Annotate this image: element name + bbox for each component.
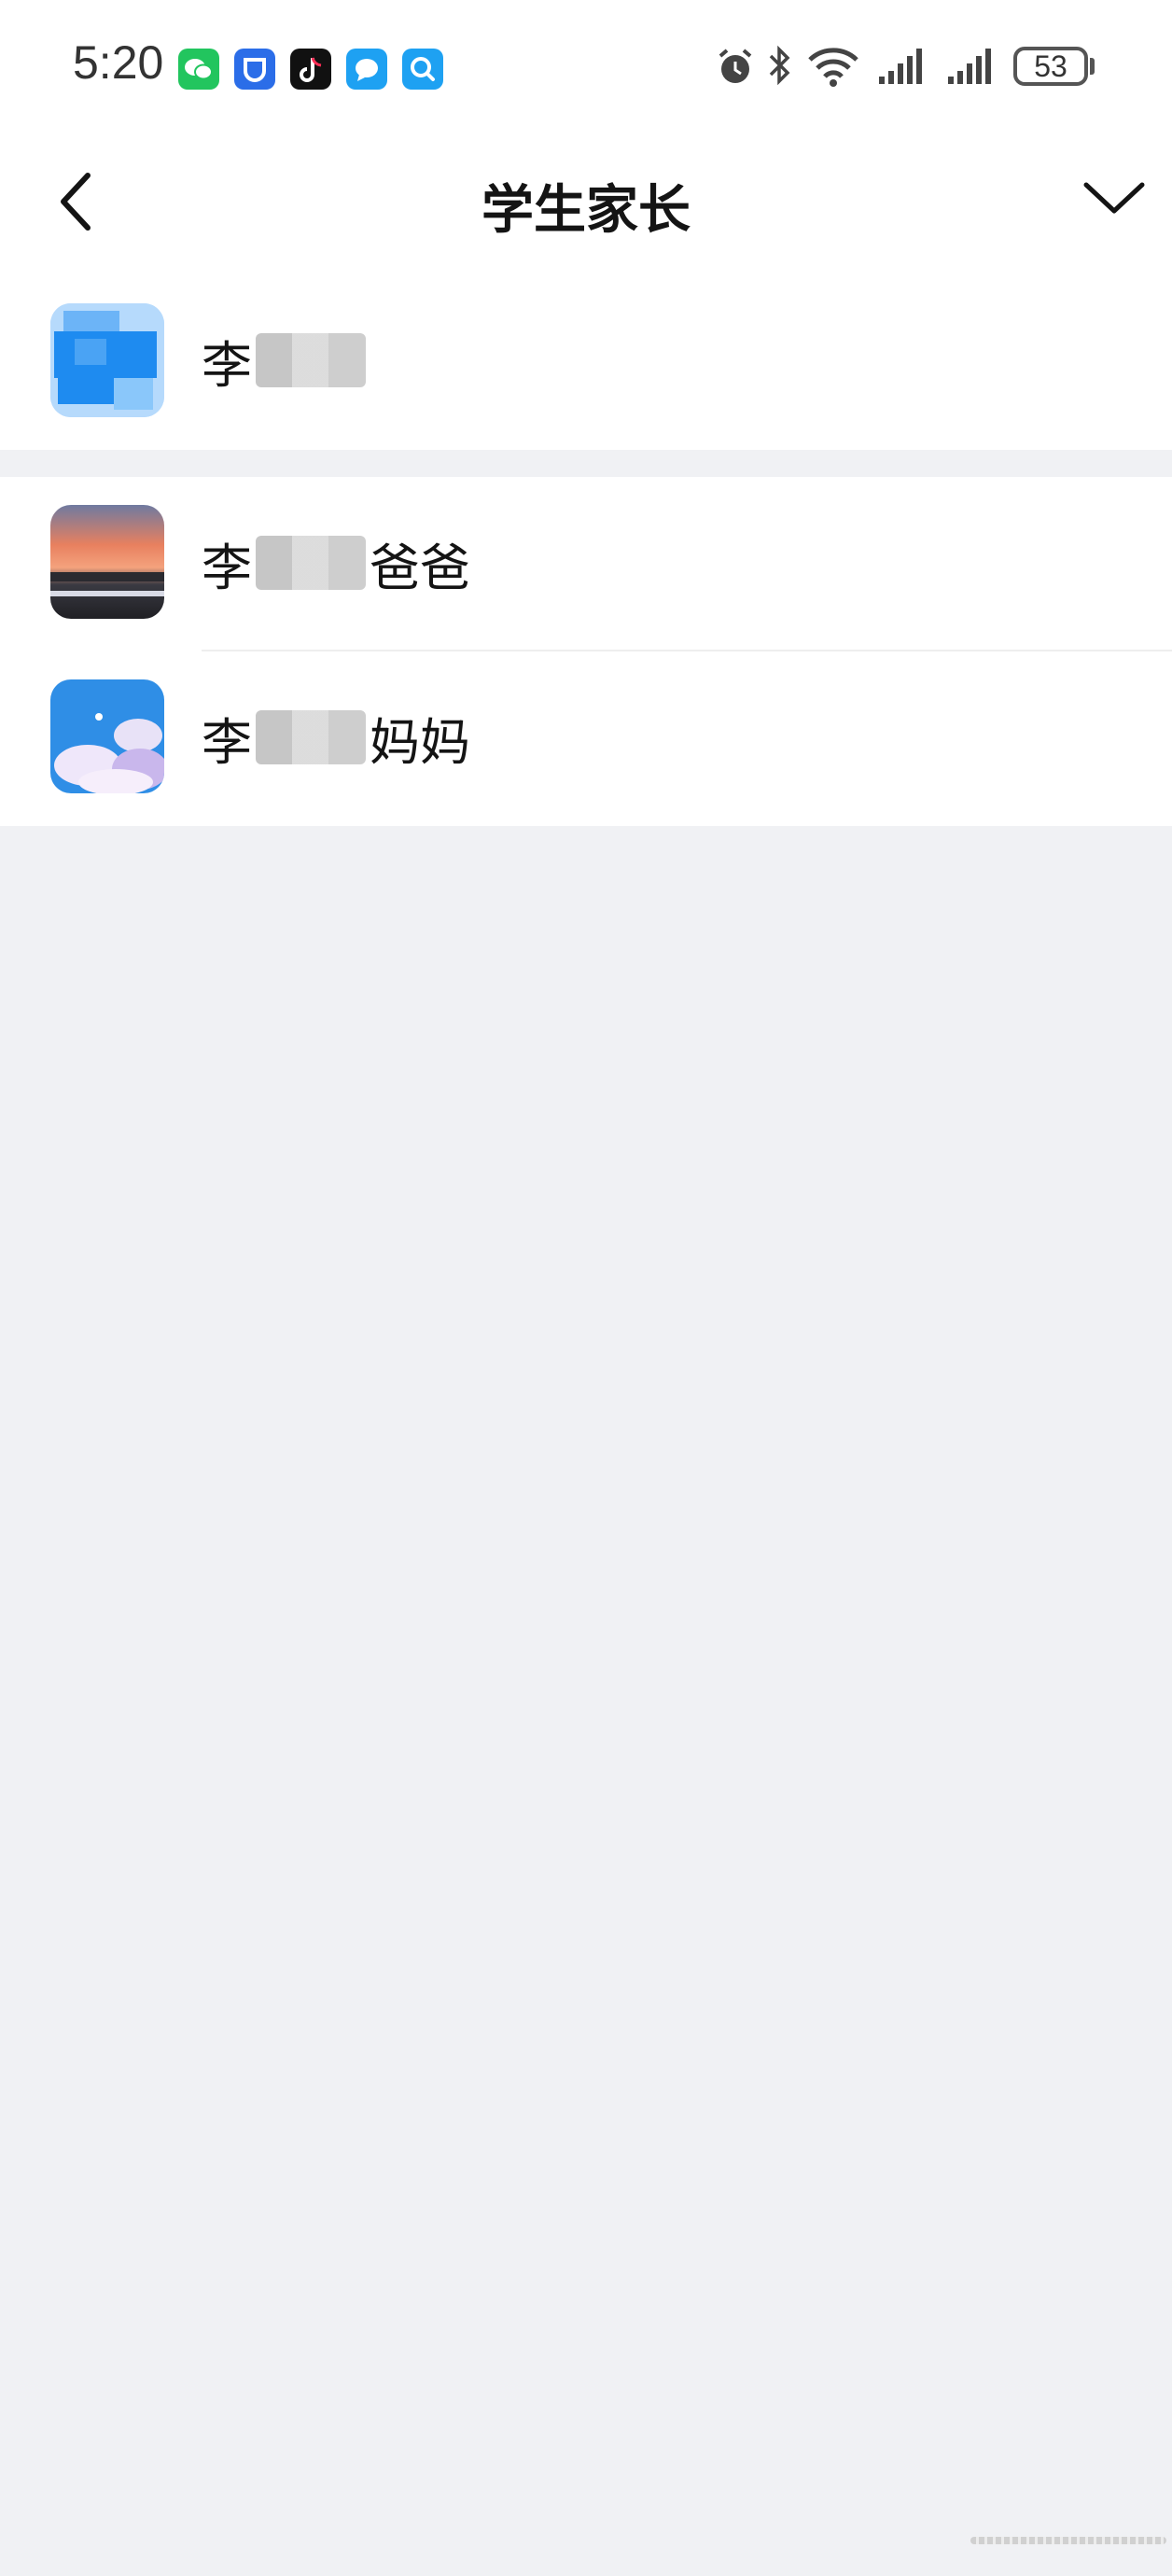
- redacted-name-mosaic: [256, 333, 366, 387]
- contact-name-prefix: 李: [202, 712, 252, 772]
- status-bar: 5:20 53: [0, 0, 1172, 131]
- contact-row-father[interactable]: 李 爸爸: [0, 477, 1172, 651]
- wifi-icon: [806, 45, 860, 91]
- avatar: [50, 505, 164, 619]
- contact-name-suffix: 爸爸: [370, 538, 470, 597]
- signal-icon-2: [946, 47, 997, 90]
- redacted-name-mosaic: [256, 536, 366, 590]
- chevron-down-icon[interactable]: [1082, 177, 1146, 222]
- wechat-icon: [178, 49, 219, 90]
- home-indicator: [970, 2537, 1166, 2544]
- contact-name-suffix: 妈妈: [370, 712, 470, 772]
- signal-icon: [877, 47, 928, 90]
- avatar: [50, 679, 164, 793]
- parents-section: 李 爸爸 李 妈妈: [0, 477, 1172, 826]
- navigation-bar: 学生家长: [0, 131, 1172, 271]
- alarm-icon: [713, 45, 758, 93]
- bluetooth-icon: [765, 43, 793, 93]
- contact-name: 李: [202, 329, 370, 395]
- clock: 5:20: [73, 36, 164, 89]
- battery-tip: [1090, 58, 1095, 75]
- contact-name-prefix: 李: [202, 335, 252, 395]
- tiktok-icon: [290, 49, 331, 90]
- contact-name: 李 爸爸: [202, 531, 470, 597]
- contact-name: 李 妈妈: [202, 706, 470, 772]
- redacted-name-mosaic: [256, 710, 366, 764]
- contact-row-student[interactable]: 李: [0, 271, 1172, 450]
- search-app-icon: [402, 49, 443, 90]
- chat-bubble-icon: [346, 49, 387, 90]
- page-title: 学生家长: [481, 180, 691, 241]
- avatar: [50, 303, 164, 417]
- contact-row-mother[interactable]: 李 妈妈: [0, 651, 1172, 826]
- app-shield-icon: [234, 49, 275, 90]
- student-section: 李: [0, 271, 1172, 450]
- battery-indicator: 53: [1013, 47, 1088, 86]
- contact-name-prefix: 李: [202, 538, 252, 597]
